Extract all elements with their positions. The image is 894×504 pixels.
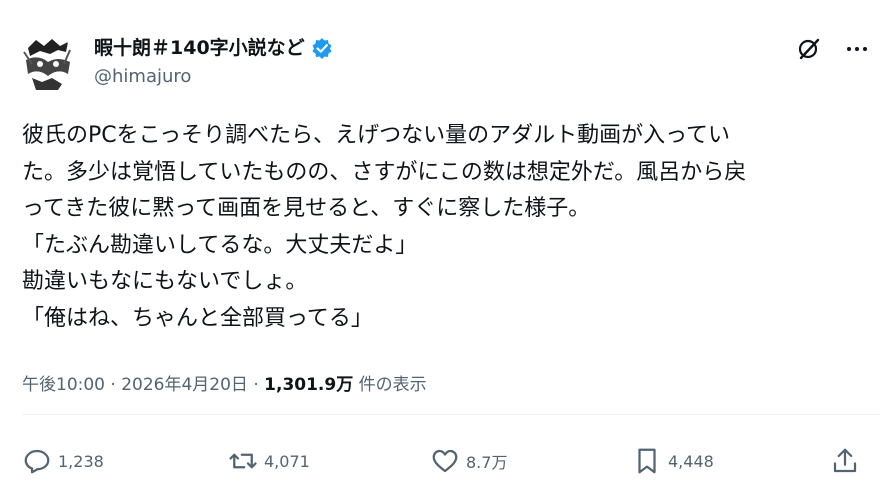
meta-separator: · — [110, 375, 122, 395]
repost-count: 4,071 — [264, 451, 310, 471]
bookmark-icon — [638, 448, 656, 474]
more-icon[interactable] — [844, 36, 870, 62]
verified-badge-icon[interactable] — [311, 37, 333, 59]
divider — [22, 414, 880, 415]
tweet-date[interactable]: 2026年4月20日 — [121, 375, 248, 395]
share-icon — [833, 448, 857, 473]
tweet-text: 彼氏のPCをこっそり調べたら、えげつない量のアダルト動画が入ってい た。多少は覚… — [22, 123, 747, 331]
author-names: 暇十朗＃140字小説など @himajuro — [94, 36, 333, 88]
action-bar: 1,238 4,071 8.7万 4,448 — [22, 443, 872, 479]
header-icons — [796, 36, 870, 62]
tweet-meta: 午後10:00 · 2026年4月20日 · 1,301.9万 件の表示 — [22, 370, 427, 395]
meta-separator: · — [253, 375, 265, 395]
like-button[interactable]: 8.7万 — [430, 443, 507, 479]
display-name[interactable]: 暇十朗＃140字小説など — [94, 36, 305, 60]
tweet-header: 暇十朗＃140字小説など @himajuro — [18, 30, 878, 100]
reply-button[interactable]: 1,238 — [22, 443, 104, 479]
display-name-row: 暇十朗＃140字小説など — [94, 36, 333, 60]
author-handle[interactable]: @himajuro — [94, 66, 333, 88]
reply-count: 1,238 — [58, 451, 104, 471]
like-count: 8.7万 — [466, 453, 508, 472]
bookmark-button[interactable]: 4,448 — [632, 443, 714, 479]
repost-button[interactable]: 4,071 — [228, 443, 310, 479]
view-count[interactable]: 1,301.9万 — [264, 375, 353, 395]
view-count-label: 件の表示 — [358, 375, 427, 395]
grok-icon[interactable] — [796, 36, 822, 62]
tweet-time[interactable]: 午後10:00 — [22, 375, 105, 395]
avatar-illustration — [18, 34, 76, 92]
bookmark-count: 4,448 — [668, 451, 714, 471]
heart-icon — [432, 449, 458, 473]
avatar[interactable] — [18, 34, 76, 92]
share-button[interactable] — [830, 443, 860, 479]
repost-icon — [229, 453, 257, 469]
reply-icon — [24, 449, 50, 474]
